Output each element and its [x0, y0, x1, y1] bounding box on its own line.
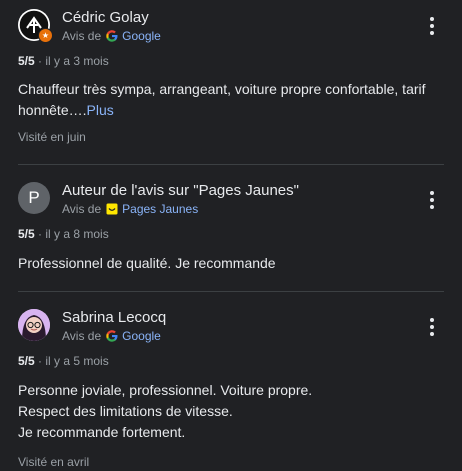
rating: 5/5: [18, 354, 35, 368]
review-meta: 5/5 · il y a 5 mois: [18, 354, 109, 368]
author-name[interactable]: Sabrina Lecocq: [62, 309, 166, 327]
google-icon: [106, 330, 118, 342]
review-card: ★ Cédric Golay Avis de Google 5/5 · il y…: [0, 0, 462, 164]
review-source: Avis de Google: [62, 328, 166, 344]
avatar[interactable]: [18, 309, 50, 341]
review-source: Avis de Google: [62, 28, 161, 44]
review-text-line: Respect des limitations de vitesse.: [18, 403, 233, 419]
rating: 5/5: [18, 54, 35, 68]
author-name[interactable]: Auteur de l'avis sur "Pages Jaunes": [62, 182, 299, 200]
avatar[interactable]: P: [18, 182, 50, 214]
review-time: il y a 3 mois: [45, 54, 109, 68]
user-portrait-icon: [18, 309, 50, 341]
review-text-line: Personne joviale, professionnel. Voiture…: [18, 382, 313, 398]
source-name[interactable]: Google: [122, 28, 161, 44]
visit-date: Visité en juin: [18, 130, 86, 144]
review-text: Professionnel de qualité. Je recommande: [18, 255, 276, 271]
pages-jaunes-icon: [106, 203, 118, 215]
review-text: Chauffeur très sympa, arrangeant, voitur…: [18, 79, 444, 121]
visit-date: Visité en avril: [18, 455, 90, 469]
source-prefix: Avis de: [62, 329, 102, 343]
source-name[interactable]: Google: [122, 328, 161, 344]
source-prefix: Avis de: [62, 29, 102, 43]
review-time: il y a 8 mois: [45, 227, 109, 241]
review-time: il y a 5 mois: [45, 354, 109, 368]
avatar[interactable]: ★: [18, 9, 53, 43]
source-name[interactable]: Pages Jaunes: [122, 201, 198, 217]
more-options-button[interactable]: [422, 14, 442, 38]
review-meta: 5/5 · il y a 8 mois: [18, 227, 109, 241]
author-name[interactable]: Cédric Golay: [62, 9, 161, 27]
avatar-letter: P: [28, 188, 40, 207]
review-source: Avis de Pages Jaunes: [62, 201, 299, 217]
review-text-line: Je recommande fortement.: [18, 424, 186, 440]
rating: 5/5: [18, 227, 35, 241]
review-card: P Auteur de l'avis sur "Pages Jaunes" Av…: [0, 165, 462, 291]
review-text-content: Chauffeur très sympa, arrangeant, voitur…: [18, 81, 426, 118]
local-guide-badge-icon: ★: [38, 28, 53, 43]
google-icon: [106, 30, 118, 42]
source-prefix: Avis de: [62, 202, 102, 216]
review-meta: 5/5 · il y a 3 mois: [18, 54, 109, 68]
read-more-link[interactable]: Plus: [87, 102, 114, 118]
more-options-button[interactable]: [422, 188, 442, 212]
review-text: Personne joviale, professionnel. Voiture…: [18, 380, 444, 443]
more-options-button[interactable]: [422, 315, 442, 339]
review-card: Sabrina Lecocq Avis de Google 5/5 · il y…: [0, 292, 462, 470]
